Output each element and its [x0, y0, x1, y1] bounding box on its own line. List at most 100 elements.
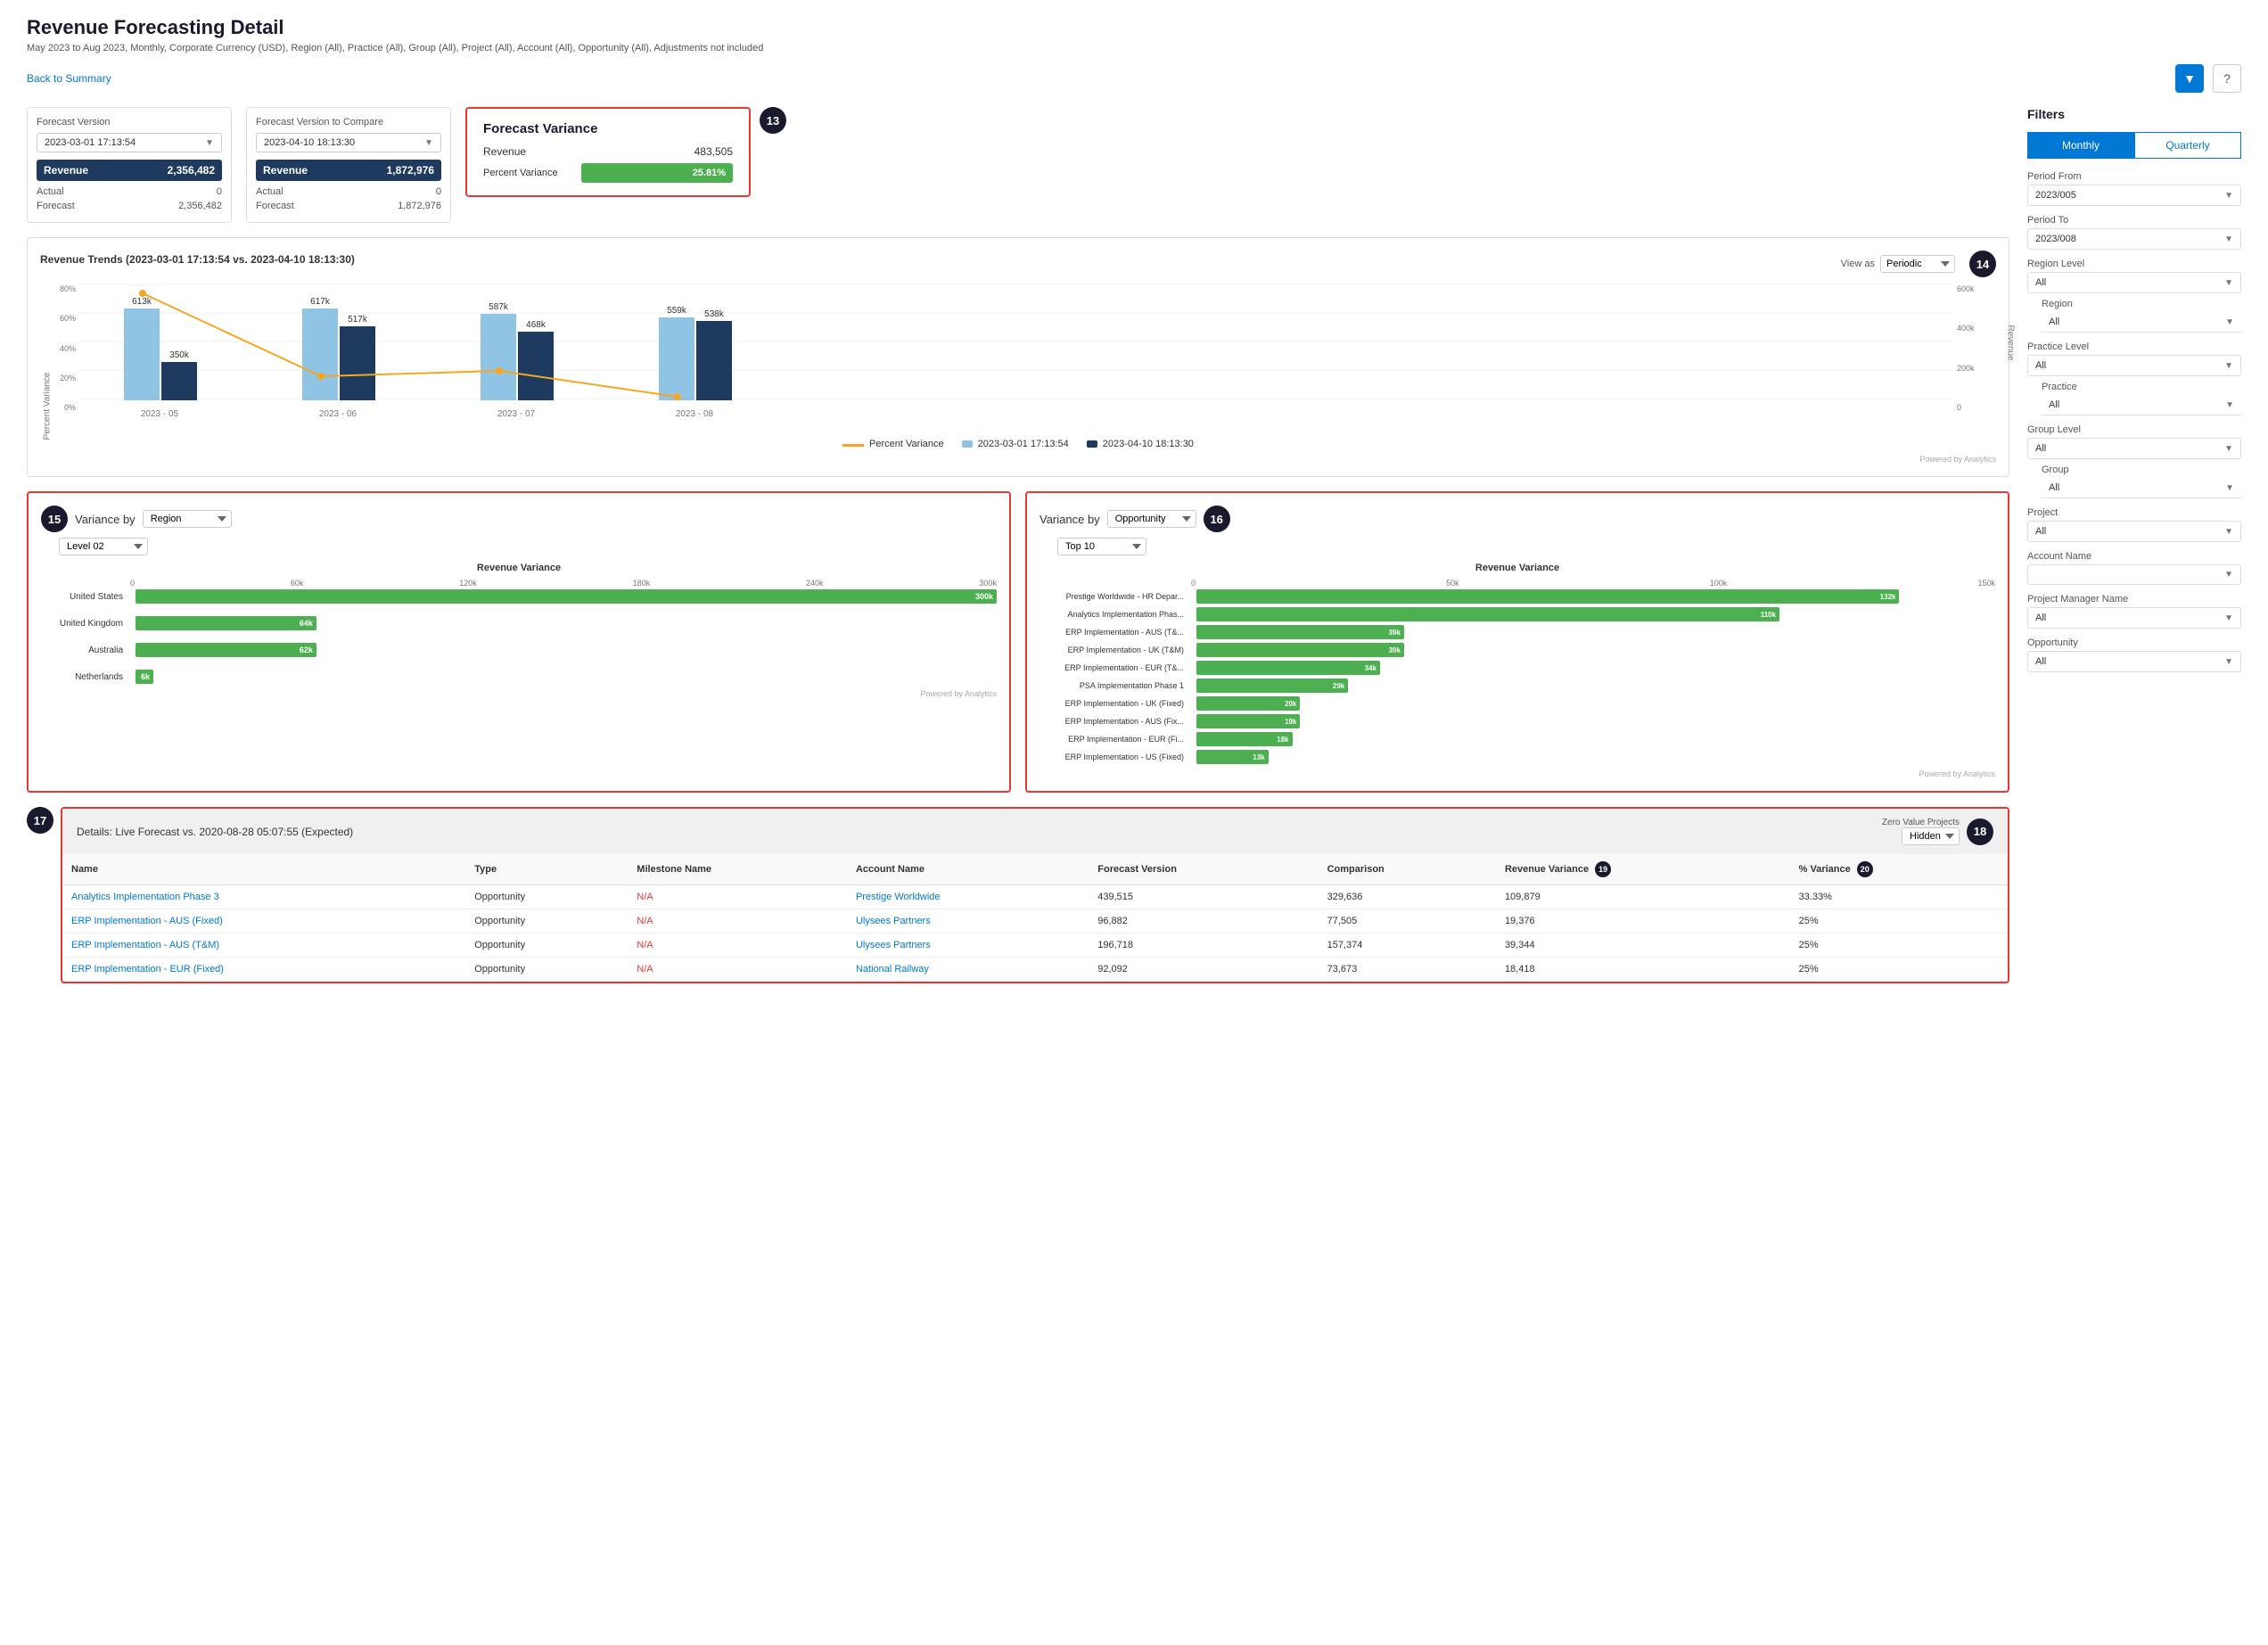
forecast-version-1-card: Forecast Version 2023-03-01 17:13:54 ▼ R… [27, 107, 232, 223]
row4-milestone: N/A [628, 958, 847, 982]
row1-milestone: N/A [628, 885, 847, 909]
row1-forecast: 439,515 [1089, 885, 1318, 909]
region-select[interactable]: All ▼ [2042, 312, 2241, 333]
svg-text:617k: 617k [310, 297, 331, 307]
zero-val-select[interactable]: Hidden Shown [1902, 827, 1960, 845]
trends-title: Revenue Trends (2023-03-01 17:13:54 vs. … [40, 253, 355, 266]
svg-text:468k: 468k [526, 320, 546, 330]
back-to-summary-link[interactable]: Back to Summary [27, 72, 111, 85]
row3-account-link[interactable]: Ulysees Partners [856, 940, 931, 950]
practice-label: Practice [2042, 382, 2241, 392]
variance-by-region-sub-select[interactable]: Level 02 Level 01 [59, 538, 148, 555]
col-pct-variance: % Variance 20 [1790, 854, 2008, 885]
details-title: Details: Live Forecast vs. 2020-08-28 05… [77, 826, 353, 838]
variance-by-region-select[interactable]: Region Practice Group [143, 510, 232, 528]
project-manager-select[interactable]: All ▼ [2027, 607, 2241, 629]
project-select[interactable]: All ▼ [2027, 521, 2241, 542]
hbar-opp-8: ERP Implementation - AUS (Fix... 19k [1040, 714, 1995, 728]
period-from-label: Period From [2027, 171, 2241, 182]
monthly-button[interactable]: Monthly [2027, 132, 2134, 159]
row4-pct-variance: 25% [1790, 958, 2008, 982]
badge-19: 19 [1595, 861, 1611, 877]
region-level-select[interactable]: All ▼ [2027, 272, 2241, 293]
hbar-us-row: United States 300k [41, 589, 997, 604]
row1-name-link[interactable]: Analytics Implementation Phase 3 [71, 892, 219, 902]
opportunity-select[interactable]: All ▼ [2027, 651, 2241, 672]
row3-name-link[interactable]: ERP Implementation - AUS (T&M) [71, 940, 219, 950]
row1-comparison: 329,636 [1319, 885, 1496, 909]
hbar-opp-4: ERP Implementation - UK (T&M) 39k [1040, 643, 1995, 657]
variance-revenue-value: 483,505 [694, 145, 733, 158]
hbar-opp-1: Prestige Worldwide - HR Depar... 132k [1040, 589, 1995, 604]
variance-by-region-box: 15 Variance by Region Practice Group Lev… [27, 491, 1011, 793]
opp-powered-by: Powered by Analytics [1040, 769, 1995, 778]
row3-comparison: 157,374 [1319, 934, 1496, 958]
row4-forecast: 92,092 [1089, 958, 1318, 982]
practice-select[interactable]: All ▼ [2042, 395, 2241, 415]
period-to-chevron-icon: ▼ [2224, 234, 2233, 244]
period-to-select[interactable]: 2023/008 ▼ [2027, 228, 2241, 250]
filters-panel: Filters Monthly Quarterly Period From 20… [2027, 107, 2241, 1645]
variance-revenue-label: Revenue [483, 145, 526, 158]
row4-rev-variance: 18,418 [1496, 958, 1790, 982]
svg-text:2023 - 06: 2023 - 06 [319, 409, 357, 419]
hbar-netherlands-row: Netherlands 6k [41, 670, 997, 684]
row1-account-link[interactable]: Prestige Worldwide [856, 892, 941, 902]
filter-icon-button[interactable]: ▼ [2175, 64, 2204, 93]
row1-rev-variance: 109,879 [1496, 885, 1790, 909]
row2-account-link[interactable]: Ulysees Partners [856, 916, 931, 926]
badge-13: 13 [760, 107, 786, 134]
fc1-chevron-icon[interactable]: ▼ [205, 138, 214, 148]
col-revenue-variance: Revenue Variance 19 [1496, 854, 1790, 885]
svg-text:587k: 587k [489, 302, 509, 312]
project-manager-chevron-icon: ▼ [2224, 613, 2233, 623]
hbar-opp-6: PSA Implementation Phase 1 29k [1040, 679, 1995, 693]
region-powered-by: Powered by Analytics [41, 689, 997, 698]
project-manager-label: Project Manager Name [2027, 594, 2241, 605]
view-as-select[interactable]: Periodic Cumulative [1880, 255, 1955, 273]
account-name-select[interactable]: ▼ [2027, 564, 2241, 585]
fc1-actual-label: Actual [37, 186, 64, 197]
practice-level-select[interactable]: All ▼ [2027, 355, 2241, 376]
col-forecast-version: Forecast Version [1089, 854, 1318, 885]
row1-type: Opportunity [465, 885, 628, 909]
region-label: Region [2042, 299, 2241, 309]
quarterly-button[interactable]: Quarterly [2134, 132, 2241, 159]
practice-level-label: Practice Level [2027, 341, 2241, 352]
row2-name-link[interactable]: ERP Implementation - AUS (Fixed) [71, 916, 223, 926]
svg-text:2023 - 07: 2023 - 07 [497, 409, 536, 419]
help-icon-button[interactable]: ? [2213, 64, 2241, 93]
project-chevron-icon: ▼ [2224, 527, 2233, 537]
variance-by-opp-title: Variance by [1040, 513, 1100, 526]
zero-val-label: Zero Value Projects [1882, 818, 1960, 827]
hbar-opp-2: Analytics Implementation Phas... 110k [1040, 607, 1995, 621]
variance-by-opp-select[interactable]: Opportunity Account [1107, 510, 1196, 528]
vc-region-chart-title: Revenue Variance [41, 563, 997, 573]
col-comparison: Comparison [1319, 854, 1496, 885]
fc2-forecast-label: Forecast [256, 201, 294, 211]
row4-account-link[interactable]: National Railway [856, 964, 929, 975]
trends-section: Revenue Trends (2023-03-01 17:13:54 vs. … [27, 237, 2009, 477]
period-from-select[interactable]: 2023/005 ▼ [2027, 185, 2241, 206]
view-as-label: View as [1841, 259, 1875, 269]
account-name-label: Account Name [2027, 551, 2241, 562]
monthly-quarterly-toggle: Monthly Quarterly [2027, 132, 2241, 159]
row2-rev-variance: 19,376 [1496, 909, 1790, 934]
fc1-revenue-label: Revenue [44, 164, 88, 177]
row3-forecast: 196,718 [1089, 934, 1318, 958]
row2-type: Opportunity [465, 909, 628, 934]
group-select[interactable]: All ▼ [2042, 478, 2241, 498]
hbar-uk-row: United Kingdom 64k [41, 616, 997, 630]
row1-pct-variance: 33.33% [1790, 885, 2008, 909]
row4-name-link[interactable]: ERP Implementation - EUR (Fixed) [71, 964, 224, 975]
svg-text:350k: 350k [169, 350, 190, 360]
variance-by-opp-sub-select[interactable]: Top 10 Top 5 [1057, 538, 1146, 555]
svg-text:613k: 613k [132, 297, 152, 307]
badge-14: 14 [1969, 251, 1996, 277]
fc2-chevron-icon[interactable]: ▼ [424, 138, 433, 148]
details-table: Name Type Milestone Name Account Name Fo… [62, 854, 2008, 982]
fc2-date: 2023-04-10 18:13:30 [264, 137, 355, 148]
group-level-select[interactable]: All ▼ [2027, 438, 2241, 459]
fc1-date: 2023-03-01 17:13:54 [45, 137, 136, 148]
page-title: Revenue Forecasting Detail [27, 16, 2241, 39]
